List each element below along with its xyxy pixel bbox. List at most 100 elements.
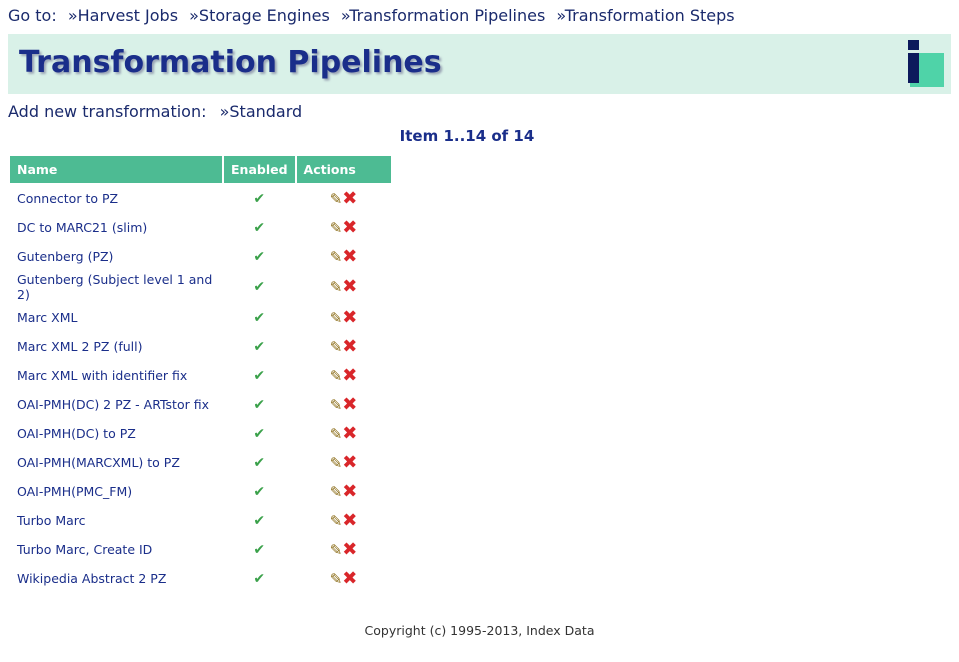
add-new-label: Add new transformation:	[8, 102, 207, 121]
pencil-icon[interactable]: ✎	[330, 513, 343, 529]
nav-link-transformation-steps[interactable]: »Transformation Steps	[556, 6, 734, 25]
pipeline-name-link[interactable]: Marc XML 2 PZ (full)	[10, 333, 222, 360]
actions-cell: ✎✖	[297, 304, 391, 331]
pencil-icon[interactable]: ✎	[330, 220, 343, 236]
delete-x-icon[interactable]: ✖	[342, 511, 357, 529]
table-row: OAI-PMH(PMC_FM) ✔ ✎✖	[10, 478, 391, 505]
enabled-cell: ✔	[224, 478, 295, 505]
actions-cell: ✎✖	[297, 507, 391, 534]
pipeline-name-link[interactable]: OAI-PMH(MARCXML) to PZ	[10, 449, 222, 476]
column-header-enabled: Enabled	[224, 156, 295, 183]
pipeline-name-link[interactable]: OAI-PMH(DC) to PZ	[10, 420, 222, 447]
table-row: OAI-PMH(MARCXML) to PZ ✔ ✎✖	[10, 449, 391, 476]
delete-x-icon[interactable]: ✖	[342, 453, 357, 471]
check-icon: ✔	[253, 219, 266, 236]
actions-cell: ✎✖	[297, 272, 391, 302]
actions-cell: ✎✖	[297, 214, 391, 241]
delete-x-icon[interactable]: ✖	[342, 218, 357, 236]
delete-x-icon[interactable]: ✖	[342, 424, 357, 442]
pencil-icon[interactable]: ✎	[330, 455, 343, 471]
actions-cell: ✎✖	[297, 391, 391, 418]
pencil-icon[interactable]: ✎	[330, 397, 343, 413]
pagination-status: Item 1..14 of 14	[399, 127, 535, 145]
table-row: Turbo Marc ✔ ✎✖	[10, 507, 391, 534]
check-icon: ✔	[253, 454, 266, 471]
column-header-name: Name	[10, 156, 222, 183]
pencil-icon[interactable]: ✎	[330, 484, 343, 500]
pipeline-name-link[interactable]: OAI-PMH(DC) 2 PZ - ARTstor fix	[10, 391, 222, 418]
check-icon: ✔	[253, 367, 266, 384]
pipeline-name-link[interactable]: Marc XML	[10, 304, 222, 331]
pencil-icon[interactable]: ✎	[330, 426, 343, 442]
nav-link-harvest-jobs[interactable]: »Harvest Jobs	[68, 6, 178, 25]
pipeline-name-link[interactable]: Turbo Marc, Create ID	[10, 536, 222, 563]
column-header-actions: Actions	[296, 156, 391, 183]
actions-cell: ✎✖	[297, 478, 391, 505]
check-icon: ✔	[253, 396, 266, 413]
goto-label: Go to:	[8, 6, 57, 25]
enabled-cell: ✔	[224, 507, 295, 534]
enabled-cell: ✔	[224, 391, 295, 418]
pipeline-name-link[interactable]: Gutenberg (Subject level 1 and 2)	[10, 272, 222, 302]
pipeline-name-link[interactable]: Gutenberg (PZ)	[10, 243, 222, 270]
actions-cell: ✎✖	[297, 185, 391, 212]
check-icon: ✔	[253, 338, 266, 355]
enabled-cell: ✔	[224, 304, 295, 331]
pipeline-name-link[interactable]: Turbo Marc	[10, 507, 222, 534]
delete-x-icon[interactable]: ✖	[342, 482, 357, 500]
pencil-icon[interactable]: ✎	[330, 542, 343, 558]
enabled-cell: ✔	[224, 565, 295, 592]
delete-x-icon[interactable]: ✖	[342, 337, 357, 355]
enabled-cell: ✔	[224, 449, 295, 476]
pencil-icon[interactable]: ✎	[330, 310, 343, 326]
enabled-cell: ✔	[224, 243, 295, 270]
pencil-icon[interactable]: ✎	[330, 279, 343, 295]
table-row: Wikipedia Abstract 2 PZ ✔ ✎✖	[10, 565, 391, 592]
check-icon: ✔	[253, 541, 266, 558]
nav-link-storage-engines[interactable]: »Storage Engines	[189, 6, 330, 25]
actions-cell: ✎✖	[297, 565, 391, 592]
table-row: OAI-PMH(DC) 2 PZ - ARTstor fix ✔ ✎✖	[10, 391, 391, 418]
table-header-row: Name Enabled Actions	[10, 156, 391, 183]
pencil-icon[interactable]: ✎	[330, 368, 343, 384]
page-title: Transformation Pipelines	[19, 45, 442, 80]
actions-cell: ✎✖	[297, 536, 391, 563]
delete-x-icon[interactable]: ✖	[342, 308, 357, 326]
actions-cell: ✎✖	[297, 243, 391, 270]
pipeline-name-link[interactable]: Marc XML with identifier fix	[10, 362, 222, 389]
delete-x-icon[interactable]: ✖	[342, 540, 357, 558]
pencil-icon[interactable]: ✎	[330, 339, 343, 355]
table-row: Connector to PZ ✔ ✎✖	[10, 185, 391, 212]
delete-x-icon[interactable]: ✖	[342, 366, 357, 384]
check-icon: ✔	[253, 190, 266, 207]
enabled-cell: ✔	[224, 362, 295, 389]
footer-copyright: Copyright (c) 1995-2013, Index Data	[364, 623, 595, 638]
page-header-banner: Transformation Pipelines	[8, 34, 951, 94]
check-icon: ✔	[253, 279, 266, 295]
delete-x-icon[interactable]: ✖	[342, 189, 357, 207]
pipeline-name-link[interactable]: Connector to PZ	[10, 185, 222, 212]
table-row: Marc XML ✔ ✎✖	[10, 304, 391, 331]
delete-x-icon[interactable]: ✖	[342, 395, 357, 413]
pipeline-name-link[interactable]: OAI-PMH(PMC_FM)	[10, 478, 222, 505]
check-icon: ✔	[253, 425, 266, 442]
table-row: DC to MARC21 (slim) ✔ ✎✖	[10, 214, 391, 241]
enabled-cell: ✔	[224, 420, 295, 447]
add-new-transformation: Add new transformation: »Standard	[8, 102, 302, 121]
check-icon: ✔	[253, 570, 266, 587]
enabled-cell: ✔	[224, 333, 295, 360]
delete-x-icon[interactable]: ✖	[342, 278, 357, 296]
pipeline-name-link[interactable]: DC to MARC21 (slim)	[10, 214, 222, 241]
pipeline-name-link[interactable]: Wikipedia Abstract 2 PZ	[10, 565, 222, 592]
add-standard-link[interactable]: »Standard	[220, 102, 303, 121]
pencil-icon[interactable]: ✎	[330, 191, 343, 207]
table-row: Marc XML with identifier fix ✔ ✎✖	[10, 362, 391, 389]
enabled-cell: ✔	[224, 536, 295, 563]
actions-cell: ✎✖	[297, 420, 391, 447]
delete-x-icon[interactable]: ✖	[342, 247, 357, 265]
nav-link-transformation-pipelines[interactable]: »Transformation Pipelines	[341, 6, 545, 25]
pencil-icon[interactable]: ✎	[330, 249, 343, 265]
delete-x-icon[interactable]: ✖	[342, 569, 357, 587]
enabled-cell: ✔	[224, 185, 295, 212]
pencil-icon[interactable]: ✎	[330, 571, 343, 587]
